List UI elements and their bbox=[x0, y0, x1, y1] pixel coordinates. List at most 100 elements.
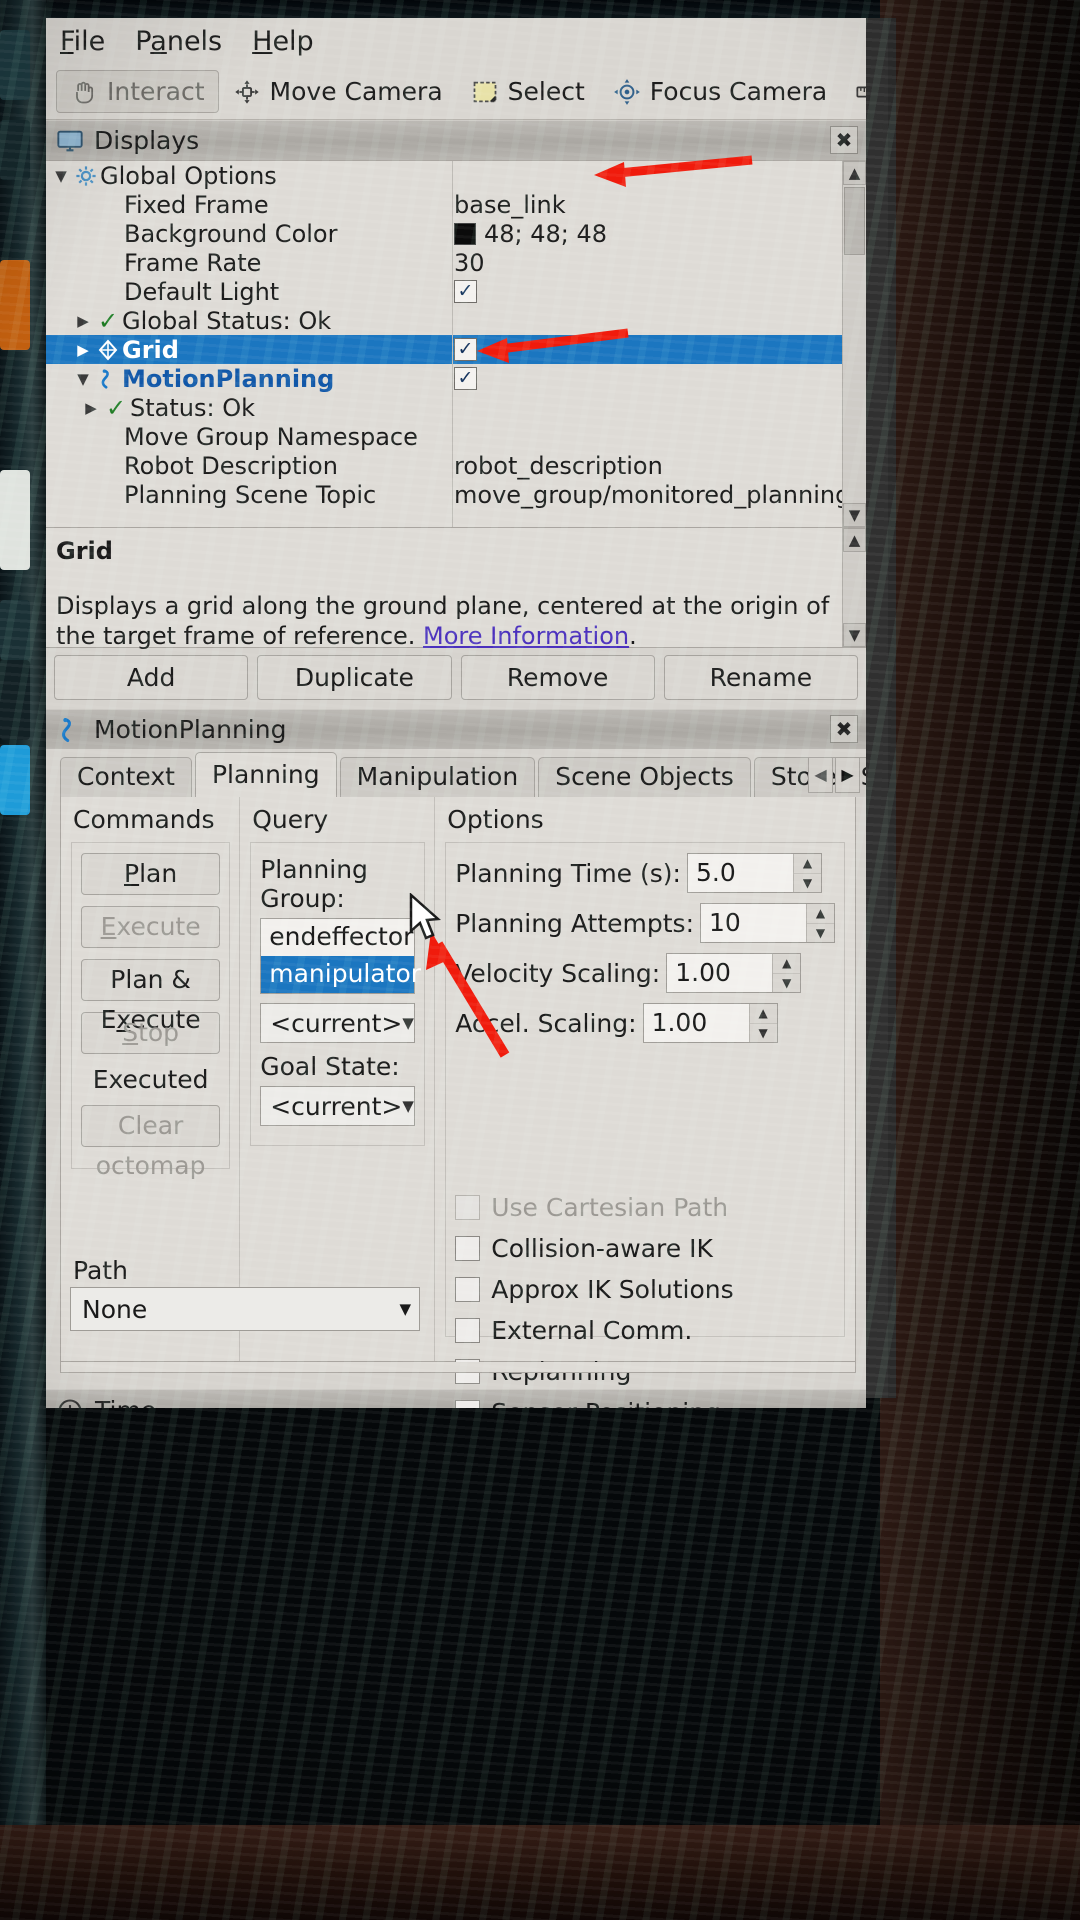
planning-group-item-manipulator[interactable]: manipulator bbox=[261, 956, 421, 993]
tab-scroll-right-icon[interactable]: ▶ bbox=[835, 757, 860, 793]
plan-button[interactable]: Plan bbox=[81, 853, 221, 895]
expand-collapse-icon-closed[interactable]: ▶ bbox=[72, 312, 94, 330]
path-constraints-combo[interactable]: None ▼ bbox=[70, 1287, 420, 1331]
spinner-buttons[interactable]: ▲ ▼ bbox=[792, 854, 821, 893]
tab-planning[interactable]: Planning bbox=[194, 752, 337, 797]
scrollbar-thumb[interactable] bbox=[844, 187, 865, 255]
tool-interact[interactable]: Interact bbox=[56, 70, 219, 113]
color-swatch[interactable] bbox=[454, 222, 476, 245]
tree-row-value[interactable]: robot_description bbox=[454, 452, 663, 480]
tree-column-splitter[interactable] bbox=[452, 161, 453, 527]
tree-row-value[interactable]: base_link bbox=[454, 191, 566, 219]
tree-row-value[interactable]: move_group/monitored_planning... bbox=[454, 481, 866, 509]
tree-row-value[interactable]: 30 bbox=[454, 249, 485, 277]
expand-collapse-icon-closed[interactable]: ▶ bbox=[72, 341, 94, 359]
execute-button[interactable]: Execute bbox=[81, 906, 221, 948]
expand-collapse-icon-closed[interactable]: ▶ bbox=[80, 399, 102, 417]
option-value[interactable]: 5.0 bbox=[688, 854, 793, 892]
tree-row[interactable]: ▼ MotionPlanning ✓ bbox=[46, 364, 842, 393]
tree-row[interactable]: ▶ ✓ Global Status: Ok bbox=[46, 306, 842, 335]
clear-octomap-button[interactable]: Clear octomap bbox=[81, 1105, 221, 1180]
tab-context[interactable]: Context bbox=[60, 757, 192, 797]
launcher-item-2[interactable] bbox=[0, 120, 30, 180]
spinner-up-icon[interactable]: ▲ bbox=[750, 1004, 777, 1023]
planning-group-item-endeffector[interactable]: endeffector bbox=[261, 919, 414, 956]
checkbox[interactable] bbox=[455, 1277, 481, 1302]
expand-collapse-icon-open[interactable]: ▼ bbox=[50, 167, 72, 185]
more-information-link[interactable]: More Information bbox=[423, 622, 629, 650]
spinner-up-icon[interactable]: ▲ bbox=[794, 854, 821, 873]
scroll-up-icon[interactable]: ▲ bbox=[843, 161, 866, 185]
plan-and-execute-button[interactable]: Plan & Execute bbox=[81, 959, 221, 1034]
tree-row[interactable]: Move Group Namespace bbox=[46, 422, 842, 451]
enabled-checkbox[interactable]: ✓ bbox=[454, 338, 477, 361]
description-scrollbar[interactable]: ▲ ▼ bbox=[842, 528, 866, 647]
spinner-up-icon[interactable]: ▲ bbox=[773, 954, 800, 973]
option-value[interactable]: 1.00 bbox=[644, 1004, 749, 1042]
rviz-3d-viewport[interactable] bbox=[866, 18, 888, 1398]
enabled-checkbox[interactable]: ✓ bbox=[454, 280, 477, 303]
tree-row-value[interactable]: ✓ bbox=[454, 367, 477, 390]
spinner-up-icon[interactable]: ▲ bbox=[807, 904, 834, 923]
tree-row[interactable]: Background Color 48; 48; 48 bbox=[46, 219, 842, 248]
enabled-checkbox[interactable]: ✓ bbox=[454, 367, 477, 390]
spinner-down-icon[interactable]: ▼ bbox=[793, 872, 821, 893]
tool-select[interactable]: Select bbox=[457, 70, 599, 113]
option-value[interactable]: 1.00 bbox=[667, 954, 772, 992]
checkbox[interactable] bbox=[455, 1400, 481, 1408]
scroll-down-icon[interactable]: ▼ bbox=[843, 503, 866, 527]
launcher-item-4[interactable] bbox=[0, 470, 30, 570]
option-checkbox-row[interactable]: Sensor Positioning bbox=[455, 1398, 835, 1408]
tool-focus-camera[interactable]: Focus Camera bbox=[599, 70, 841, 113]
desc-scroll-up-icon[interactable]: ▲ bbox=[843, 528, 866, 552]
tab-scroll-left-icon[interactable]: ◀ bbox=[808, 757, 833, 793]
tree-row[interactable]: Default Light ✓ bbox=[46, 277, 842, 306]
launcher-item-5[interactable] bbox=[0, 600, 30, 660]
expand-collapse-icon-open[interactable]: ▼ bbox=[72, 370, 94, 388]
tree-row[interactable]: Robot Description robot_description bbox=[46, 451, 842, 480]
displays-tree-scrollbar[interactable]: ▲ ▼ bbox=[842, 161, 866, 527]
add-display-button[interactable]: Add bbox=[54, 655, 249, 700]
displays-tree[interactable]: ▼ Global Options Fixed Frame base_link Backg… bbox=[46, 160, 866, 528]
tab-manipulation[interactable]: Manipulation bbox=[339, 757, 536, 797]
launcher-item-7[interactable] bbox=[0, 745, 30, 815]
option-checkbox-row[interactable]: Collision-aware IK bbox=[455, 1234, 835, 1263]
checkbox[interactable] bbox=[455, 1236, 481, 1261]
menu-panels[interactable]: Panels bbox=[135, 26, 222, 57]
option-checkbox-row[interactable]: External Comm. bbox=[455, 1316, 835, 1345]
checkbox[interactable] bbox=[455, 1318, 481, 1343]
tree-row-value[interactable]: ✓ bbox=[454, 280, 477, 303]
tool-measure[interactable]: Measure bbox=[841, 70, 866, 113]
duplicate-display-button[interactable]: Duplicate bbox=[257, 655, 452, 700]
option-checkbox-row[interactable]: Approx IK Solutions bbox=[455, 1275, 835, 1304]
launcher-item-3[interactable] bbox=[0, 260, 30, 350]
motion-planning-close-icon[interactable]: ✖ bbox=[830, 715, 858, 743]
tab-scene-objects[interactable]: Scene Objects bbox=[538, 757, 751, 797]
rename-display-button[interactable]: Rename bbox=[663, 655, 858, 700]
tree-row[interactable]: Frame Rate 30 bbox=[46, 248, 842, 277]
planning-group-list[interactable]: endeffector manipulator bbox=[260, 918, 421, 994]
tree-row[interactable]: Fixed Frame base_link bbox=[46, 190, 842, 219]
goal-state-combo[interactable]: <current> ▼ bbox=[260, 1086, 416, 1126]
option-spinbox[interactable]: 1.00 ▲ ▼ bbox=[642, 1003, 778, 1043]
tree-row-value[interactable]: ✓ bbox=[454, 338, 477, 361]
spinner-down-icon[interactable]: ▼ bbox=[773, 972, 801, 993]
spinner-buttons[interactable]: ▲ ▼ bbox=[806, 904, 834, 942]
launcher-item-6[interactable] bbox=[0, 660, 30, 740]
spinner-buttons[interactable]: ▲ ▼ bbox=[748, 1004, 777, 1043]
remove-display-button[interactable]: Remove bbox=[460, 655, 655, 700]
option-value[interactable]: 10 bbox=[701, 904, 806, 942]
tool-move-camera[interactable]: Move Camera bbox=[219, 70, 457, 113]
start-state-combo[interactable]: <current> ▼ bbox=[260, 1003, 416, 1043]
launcher-item-1[interactable] bbox=[0, 30, 30, 100]
tree-row[interactable]: ▶ Grid ✓ bbox=[46, 335, 842, 364]
spinner-down-icon[interactable]: ▼ bbox=[749, 1022, 777, 1043]
spinner-buttons[interactable]: ▲ ▼ bbox=[772, 954, 801, 993]
option-spinbox[interactable]: 5.0 ▲ ▼ bbox=[686, 853, 822, 893]
option-spinbox[interactable]: 1.00 ▲ ▼ bbox=[666, 953, 802, 993]
tree-row[interactable]: Planning Scene Topic move_group/monitored… bbox=[46, 480, 866, 509]
option-spinbox[interactable]: 10 ▲ ▼ bbox=[700, 903, 835, 943]
menu-file[interactable]: File bbox=[60, 26, 105, 57]
menu-help[interactable]: Help bbox=[252, 26, 314, 57]
spinner-down-icon[interactable]: ▼ bbox=[807, 922, 834, 943]
